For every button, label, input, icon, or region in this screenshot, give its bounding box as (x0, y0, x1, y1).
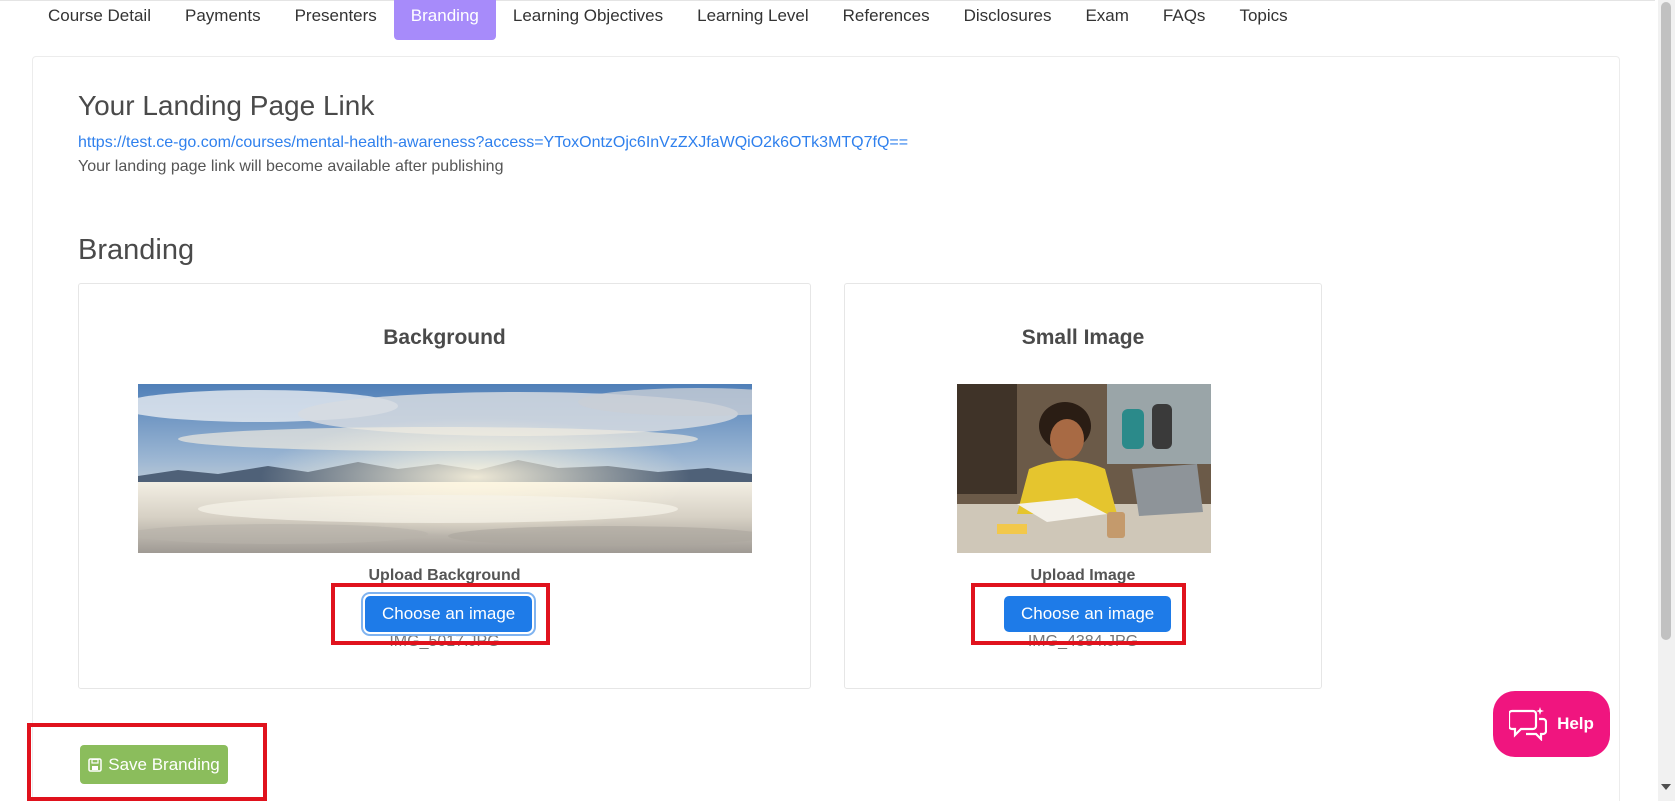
landing-page-link[interactable]: https://test.ce-go.com/courses/mental-he… (78, 134, 908, 152)
choose-small-image-button[interactable]: Choose an image (1004, 596, 1172, 632)
tab-faqs[interactable]: FAQs (1146, 0, 1223, 40)
floppy-disk-icon (88, 757, 102, 772)
tab-disclosures[interactable]: Disclosures (947, 0, 1069, 40)
help-label: Help (1557, 714, 1594, 733)
background-card-title: Background (383, 326, 506, 349)
small-image-preview (957, 384, 1211, 553)
background-file-name: IMG_5017.JPG (389, 633, 500, 650)
upload-image-label: Upload Image (1030, 567, 1136, 584)
landing-page-note: Your landing page link will become avail… (78, 158, 504, 175)
tab-learning-level[interactable]: Learning Level (680, 0, 826, 40)
small-image-card: Small Image Upload Image IMG_4384.JPG Ch… (844, 283, 1322, 689)
tab-learning-objectives[interactable]: Learning Objectives (496, 0, 680, 40)
tab-topics[interactable]: Topics (1222, 0, 1304, 40)
background-card: Background Upload Background IMG_5017.JP… (78, 283, 811, 689)
tab-references[interactable]: References (826, 0, 947, 40)
tab-exam[interactable]: Exam (1068, 0, 1145, 40)
save-branding-label: Save Branding (108, 754, 220, 774)
tab-payments[interactable]: Payments (168, 0, 278, 40)
page: Course Detail Payments Presenters Brandi… (0, 0, 1675, 801)
branding-section-title: Branding (78, 234, 195, 266)
student-with-laptop-image (957, 384, 1211, 553)
mountain-sea-of-clouds-image (138, 384, 752, 553)
tab-course-detail[interactable]: Course Detail (31, 0, 168, 40)
background-image-preview (138, 384, 752, 553)
landing-page-title: Your Landing Page Link (78, 90, 375, 121)
small-image-file-name: IMG_4384.JPG (1027, 633, 1139, 650)
help-button[interactable]: Help (1493, 691, 1610, 757)
save-branding-button[interactable]: Save Branding (80, 745, 228, 784)
choose-background-image-button[interactable]: Choose an image (365, 596, 533, 632)
scroll-down-arrow-icon[interactable] (1661, 784, 1671, 790)
tab-bar: Course Detail Payments Presenters Brandi… (31, 0, 1305, 40)
chat-bubbles-icon (1509, 707, 1548, 741)
upload-background-label: Upload Background (368, 567, 521, 584)
tab-branding[interactable]: Branding (393, 0, 496, 40)
scrollbar-thumb[interactable] (1661, 2, 1671, 640)
small-image-card-title: Small Image (1021, 326, 1145, 349)
tab-presenters[interactable]: Presenters (278, 0, 394, 40)
